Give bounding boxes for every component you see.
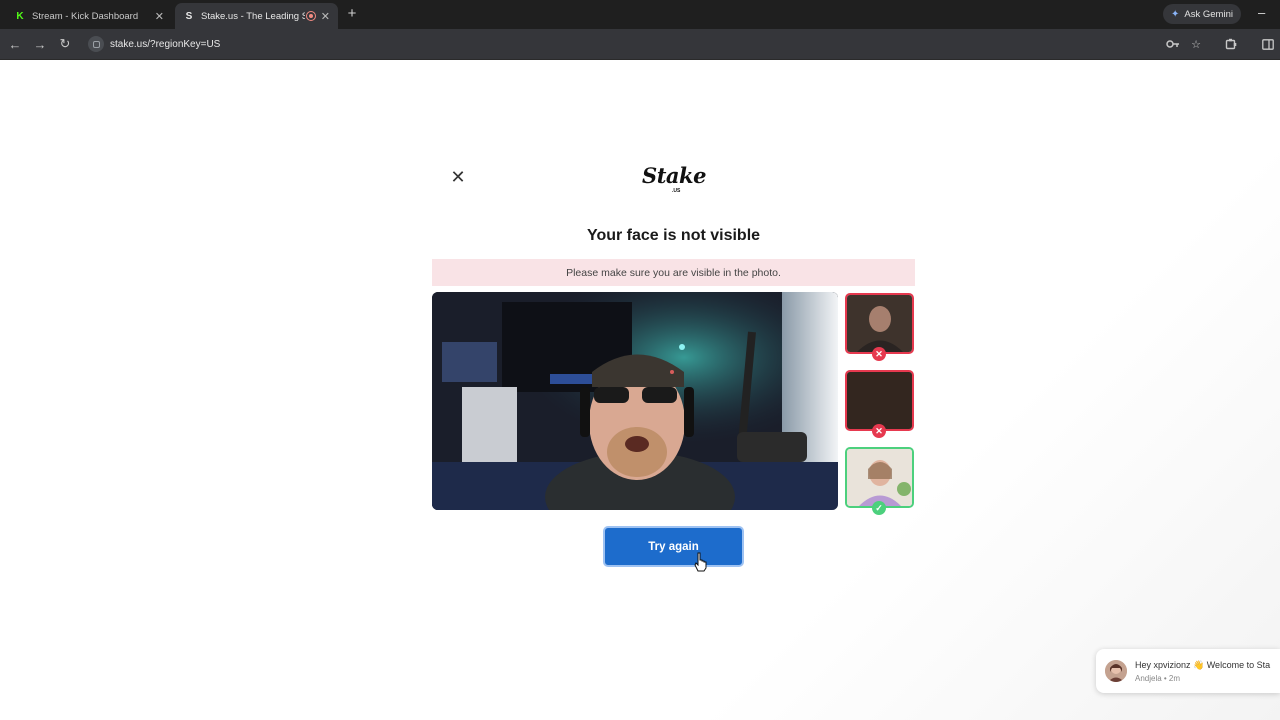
bookmark-star-icon[interactable]: ☆ (1187, 35, 1205, 53)
logo-region: .US (672, 188, 681, 194)
ask-gemini-button[interactable]: ✦ Ask Gemini (1163, 4, 1241, 24)
rejected-x-icon: ✕ (872, 347, 886, 361)
kick-favicon-icon: K (16, 10, 24, 22)
example-thumbnail-accepted (845, 447, 914, 508)
forward-icon[interactable]: → (31, 35, 49, 53)
example-thumbnail-rejected (845, 293, 914, 354)
address-bar[interactable]: stake.us/?regionKey=US (84, 33, 1154, 55)
stake-favicon-icon: S (185, 10, 193, 22)
close-tab-icon[interactable]: ✕ (155, 10, 164, 23)
accepted-check-icon: ✓ (872, 501, 886, 515)
captured-photo (432, 292, 838, 510)
logo-wordmark: Stake (642, 163, 706, 188)
chat-message: Hey xpvizionz 👋 Welcome to Sta (1135, 660, 1271, 670)
page-title: Your face is not visible (586, 227, 761, 244)
chat-notification[interactable]: Hey xpvizionz 👋 Welcome to Sta Andjela •… (1096, 649, 1280, 693)
avatar (1105, 660, 1127, 682)
alert-text: Please make sure you are visible in the … (566, 266, 781, 279)
stake-logo: Stake .US (640, 163, 708, 194)
tab-title: Stake.us - The Leading Soc (201, 10, 305, 22)
rejected-x-icon: ✕ (872, 424, 886, 438)
new-tab-icon[interactable]: + (345, 5, 359, 22)
close-modal-icon[interactable]: ✕ (450, 168, 466, 186)
url-text: stake.us/?regionKey=US (110, 38, 221, 50)
tab-strip: K Stream - Kick Dashboard ✕ S Stake.us -… (0, 0, 1280, 29)
tab-kick-dashboard[interactable]: K Stream - Kick Dashboard ✕ (6, 3, 172, 29)
page-content: ✕ Stake .US Your face is not visible Ple… (0, 61, 1280, 720)
ask-gemini-label: Ask Gemini (1184, 8, 1233, 20)
browser-toolbar: ← → ↻ stake.us/?regionKey=US ☆ (0, 29, 1280, 60)
password-key-icon[interactable] (1164, 35, 1182, 53)
error-alert: Please make sure you are visible in the … (432, 259, 915, 286)
hand-pointer-cursor-icon (694, 552, 707, 572)
minimize-window-icon[interactable]: – (1258, 5, 1265, 20)
chat-meta: Andjela • 2m (1135, 674, 1181, 683)
extensions-icon[interactable] (1222, 35, 1240, 53)
example-thumbnail-rejected (845, 370, 914, 431)
try-again-label: Try again (648, 540, 699, 553)
reload-icon[interactable]: ↻ (56, 35, 74, 53)
try-again-button[interactable]: Try again (603, 526, 744, 567)
recording-indicator-icon (306, 11, 316, 21)
back-icon[interactable]: ← (6, 35, 24, 53)
tab-stake[interactable]: S Stake.us - The Leading Soc ✕ (175, 3, 338, 29)
side-panel-icon[interactable] (1259, 35, 1277, 53)
tab-title: Stream - Kick Dashboard (32, 10, 139, 22)
site-info-icon[interactable] (88, 36, 104, 52)
gemini-sparkle-icon: ✦ (1171, 8, 1180, 20)
close-tab-icon[interactable]: ✕ (321, 10, 330, 23)
